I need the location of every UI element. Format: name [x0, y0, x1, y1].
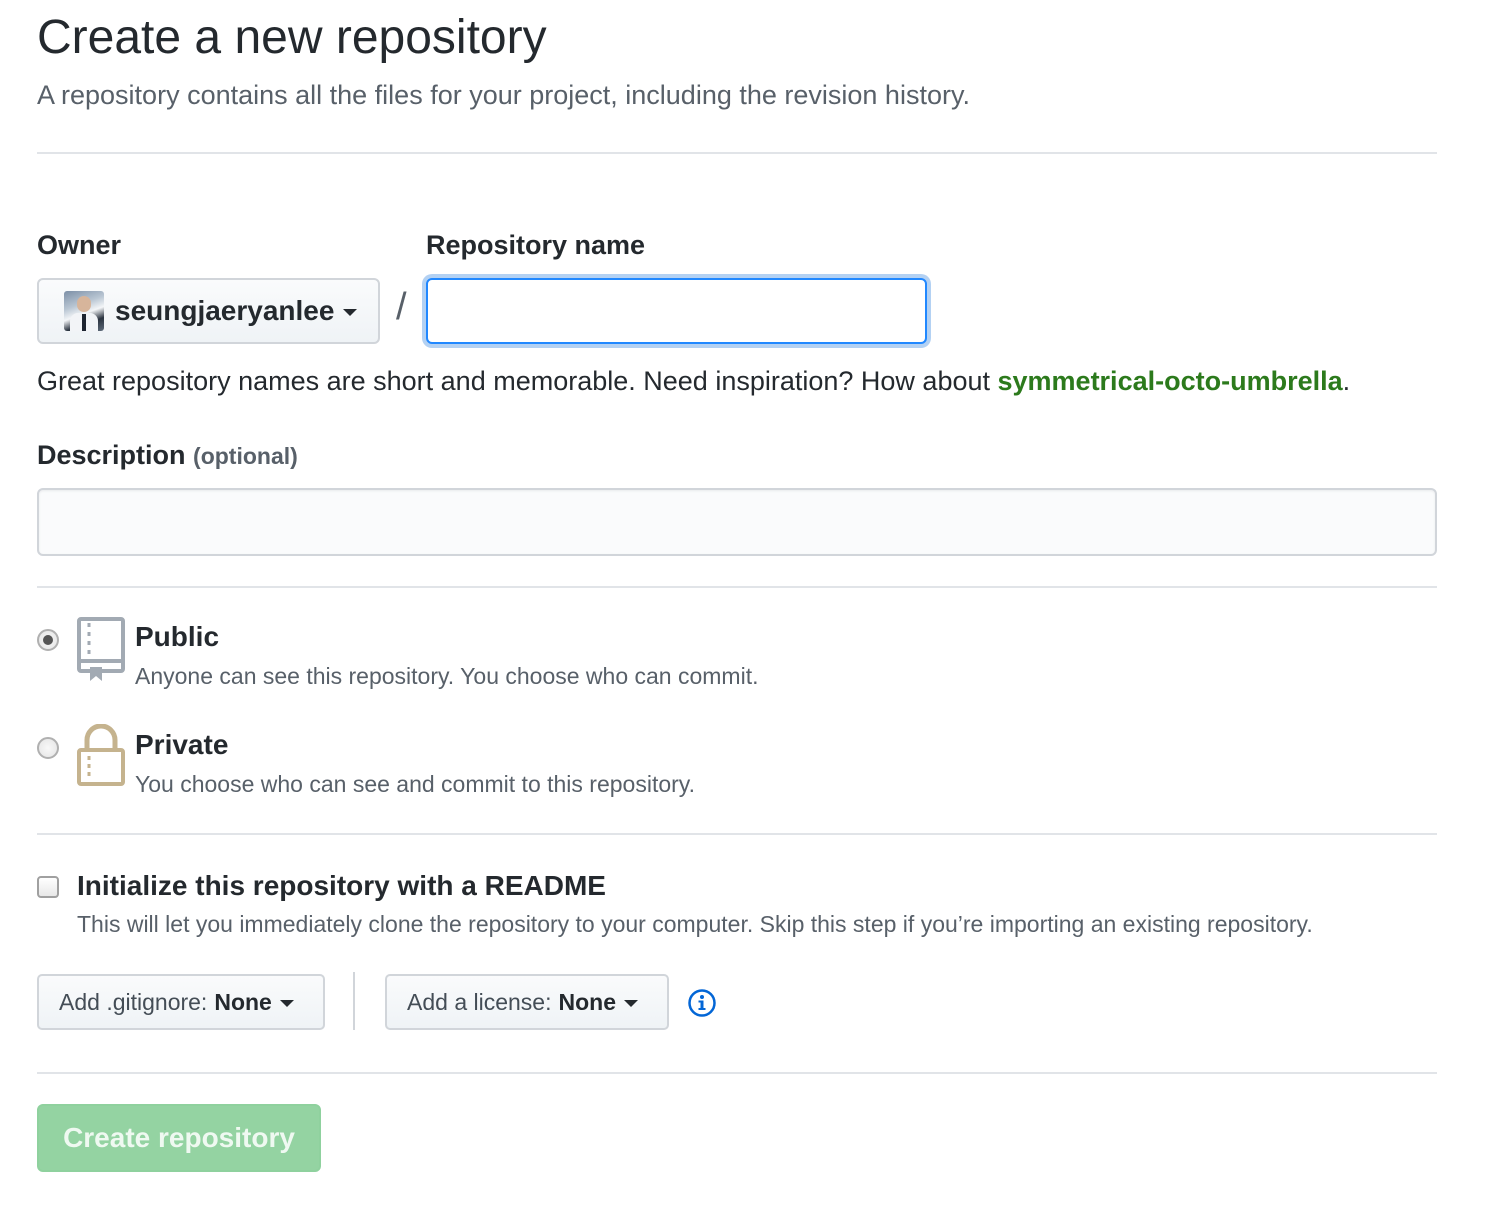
gitignore-value: None	[214, 988, 272, 1015]
gitignore-prefix: Add .gitignore:	[59, 988, 208, 1015]
private-option-title: Private	[135, 729, 229, 760]
description-input[interactable]	[37, 488, 1437, 556]
divider	[37, 833, 1437, 835]
divider	[37, 1072, 1437, 1074]
public-radio[interactable]	[37, 629, 59, 651]
create-repository-button[interactable]: Create repository	[37, 1104, 321, 1172]
public-option-description: Anyone can see this repository. You choo…	[135, 663, 759, 689]
repository-name-hint: Great repository names are short and mem…	[37, 366, 1350, 397]
owner-label: Owner	[37, 230, 122, 260]
hint-text: Great repository names are short and mem…	[37, 366, 998, 396]
private-radio[interactable]	[37, 737, 59, 759]
gitignore-select-button[interactable]: Add .gitignore: None	[37, 974, 325, 1030]
info-icon[interactable]	[687, 988, 717, 1018]
readme-option-description: This will let you immediately clone the …	[77, 911, 1313, 937]
owner-repo-separator: /	[396, 286, 407, 328]
owner-select-button[interactable]: seungjaeryanlee	[37, 278, 380, 344]
chevron-down-icon	[343, 309, 358, 316]
license-select-button[interactable]: Add a license: None	[385, 974, 669, 1030]
repository-name-label: Repository name	[426, 230, 646, 260]
page-title: Create a new repository	[37, 11, 547, 64]
hint-end: .	[1342, 366, 1351, 396]
license-prefix: Add a license:	[407, 988, 552, 1015]
description-label: Description (optional)	[37, 439, 298, 472]
suggested-name-link[interactable]: symmetrical-octo-umbrella	[998, 366, 1343, 396]
readme-checkbox[interactable]	[37, 876, 59, 898]
chevron-down-icon	[623, 1000, 638, 1007]
repository-name-input[interactable]	[426, 278, 927, 344]
divider	[37, 152, 1437, 154]
repo-book-icon	[77, 617, 125, 681]
description-label-text: Description	[37, 440, 186, 470]
readme-option-title: Initialize this repository with a README	[77, 870, 606, 901]
chevron-down-icon	[279, 1000, 294, 1007]
divider	[37, 586, 1437, 588]
avatar	[64, 291, 104, 331]
page-subtitle: A repository contains all the files for …	[37, 80, 970, 110]
license-value: None	[558, 988, 616, 1015]
owner-username: seungjaeryanlee	[115, 295, 335, 326]
optional-tag: (optional)	[193, 443, 298, 469]
private-option-description: You choose who can see and commit to thi…	[135, 771, 695, 797]
vertical-divider	[353, 972, 355, 1030]
public-option-title: Public	[135, 621, 220, 652]
lock-icon	[77, 724, 125, 786]
